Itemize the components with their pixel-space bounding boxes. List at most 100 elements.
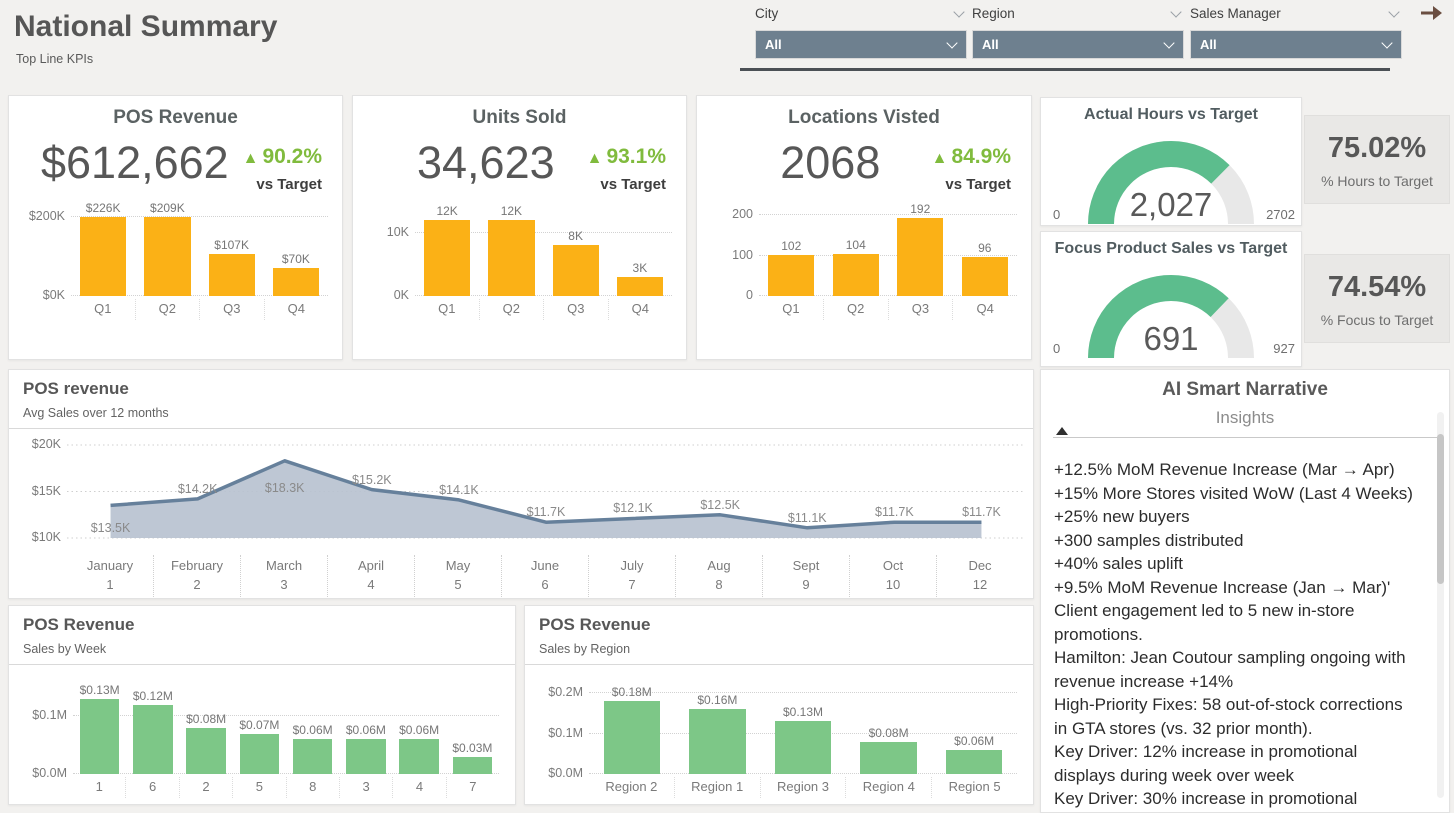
bar-value-label: $0.06M <box>293 723 333 737</box>
bar-2[interactable] <box>186 728 225 774</box>
slicer-city: City All <box>755 6 967 59</box>
pct-card-focus-to-target: 74.54% % Focus to Target <box>1304 254 1450 343</box>
slicer-label-text: City <box>755 6 778 21</box>
bar-Region 5[interactable] <box>946 750 1002 774</box>
x-axis-tick: Q2 <box>479 299 544 320</box>
bar-Q2[interactable] <box>833 254 879 296</box>
ai-smart-narrative-card: AI Smart Narrative Insights +12.5% MoM R… <box>1040 369 1450 813</box>
sort-up-icon[interactable] <box>1056 427 1068 435</box>
pos-revenue-monthly-card: POS revenue Avg Sales over 12 months $20… <box>8 369 1034 599</box>
filters-divider <box>740 68 1390 71</box>
bar-Q1[interactable] <box>768 255 814 296</box>
bar-Q4[interactable] <box>273 268 319 296</box>
y-axis-tick: 0K <box>357 288 409 302</box>
narrative-line: +12.5% MoM Revenue Increase (Mar → Apr) <box>1054 458 1419 482</box>
bar-Q3[interactable] <box>553 245 599 296</box>
bar-7[interactable] <box>453 757 492 774</box>
data-point-label: $18.3K <box>265 481 305 495</box>
page-title: National Summary <box>14 10 277 44</box>
bar-value-label: $70K <box>282 252 310 266</box>
data-point-label: $14.1K <box>439 483 479 497</box>
dashboard-page: National Summary Top Line KPIs City All … <box>0 0 1454 813</box>
chart-subtitle: Avg Sales over 12 months <box>23 406 1019 420</box>
bar-Q2[interactable] <box>488 220 534 296</box>
y-axis-tick: $0.2M <box>531 685 583 699</box>
bar-value-label: 104 <box>846 238 866 252</box>
x-axis-tick: Aug8 <box>675 555 762 597</box>
area-line-chart[interactable]: $20K$15K$10K$13.5K$14.2K$18.3K$15.2K$14.… <box>67 437 1023 549</box>
bar-Q4[interactable] <box>962 257 1008 296</box>
bar-4[interactable] <box>399 739 438 774</box>
chevron-down-icon[interactable] <box>1388 6 1399 17</box>
bar-Q1[interactable] <box>80 217 126 296</box>
y-axis-tick: $200K <box>13 209 65 223</box>
slicer-selected-value: All <box>982 37 999 52</box>
slicer-city-dropdown[interactable]: All <box>755 30 967 59</box>
x-axis-tick: Q3 <box>888 299 953 320</box>
slicer-sales-manager-dropdown[interactable]: All <box>1190 30 1402 59</box>
data-point-label: $11.7K <box>875 505 914 519</box>
bar-Q3[interactable] <box>209 254 255 296</box>
bar-value-label: $0.06M <box>954 734 994 748</box>
bar-Region 2[interactable] <box>604 701 660 774</box>
bar-8[interactable] <box>293 739 332 774</box>
bar-value-label: $107K <box>214 238 249 252</box>
bar-Q4[interactable] <box>617 277 663 296</box>
bar-Region 4[interactable] <box>860 742 916 774</box>
scrollbar-thumb[interactable] <box>1437 434 1444 584</box>
bar-value-label: 96 <box>978 241 991 255</box>
bar-Q2[interactable] <box>144 217 190 296</box>
pct-card-hours-to-target: 75.02% % Hours to Target <box>1304 115 1450 204</box>
x-axis-tick: May5 <box>414 555 501 597</box>
chevron-down-icon[interactable] <box>1163 37 1174 48</box>
narrative-subtitle: Insights <box>1041 408 1449 428</box>
chevron-down-icon[interactable] <box>1170 6 1181 17</box>
slicer-region-dropdown[interactable]: All <box>972 30 1184 59</box>
scrollbar-track[interactable] <box>1437 412 1444 798</box>
bar-Region 3[interactable] <box>775 721 831 774</box>
bar-3[interactable] <box>346 739 385 774</box>
bar-value-label: $0.13M <box>80 683 120 697</box>
kpi-card-pos-revenue: POS Revenue $612,662 ▲90.2% vs Target $2… <box>8 95 343 360</box>
narrative-line: +15% More Stores visited WoW (Last 4 Wee… <box>1054 482 1419 506</box>
data-point-label: $11.7K <box>962 505 1001 519</box>
x-axis-tick: January1 <box>67 555 153 597</box>
x-axis-tick: Q4 <box>952 299 1017 320</box>
bar-Q3[interactable] <box>897 218 943 296</box>
x-axis-tick: Oct10 <box>849 555 936 597</box>
kpi-delta-note: vs Target <box>243 176 322 193</box>
bar-1[interactable] <box>80 699 119 774</box>
bar-6[interactable] <box>133 705 172 774</box>
data-point-label: $15.2K <box>352 473 392 487</box>
x-axis-tick: 4 <box>392 777 445 798</box>
slicer-label-text: Sales Manager <box>1190 6 1281 21</box>
kpi-delta-note: vs Target <box>932 176 1011 193</box>
gauge-min-label: 0 <box>1053 207 1060 222</box>
bar-value-label: 8K <box>568 229 583 243</box>
x-axis-tick: Region 2 <box>589 777 674 798</box>
forward-arrow-icon[interactable] <box>1419 4 1443 22</box>
narrative-line: +25% new buyers <box>1054 505 1419 529</box>
data-point-label: $14.2K <box>178 482 218 496</box>
bar-Q1[interactable] <box>424 220 470 296</box>
kpi-delta: 93.1% <box>606 145 666 168</box>
chevron-down-icon[interactable] <box>953 6 964 17</box>
gauge-min-label: 0 <box>1053 341 1060 356</box>
chart-title: POS Revenue <box>539 615 1019 635</box>
x-axis-tick: 8 <box>286 777 339 798</box>
quarterly-bar-chart: 10K0K12K12K8K3KQ1Q2Q3Q4 <box>415 201 672 320</box>
pct-value: 75.02% <box>1305 132 1449 165</box>
bar-Region 1[interactable] <box>689 709 745 774</box>
x-axis-tick: March3 <box>240 555 327 597</box>
chevron-down-icon[interactable] <box>946 37 957 48</box>
data-point-label: $11.1K <box>788 511 827 525</box>
gauge-title: Focus Product Sales vs Target <box>1041 240 1301 258</box>
y-axis-tick: 10K <box>357 225 409 239</box>
bar-5[interactable] <box>240 734 279 774</box>
delta-up-icon: ▲ <box>243 150 259 167</box>
kpi-title: Locations Visted <box>697 107 1031 129</box>
chevron-down-icon[interactable] <box>1381 37 1392 48</box>
slicer-region-label: Region <box>972 6 1184 24</box>
data-point-label: $12.1K <box>613 501 653 515</box>
x-axis-tick: Q1 <box>71 299 135 320</box>
